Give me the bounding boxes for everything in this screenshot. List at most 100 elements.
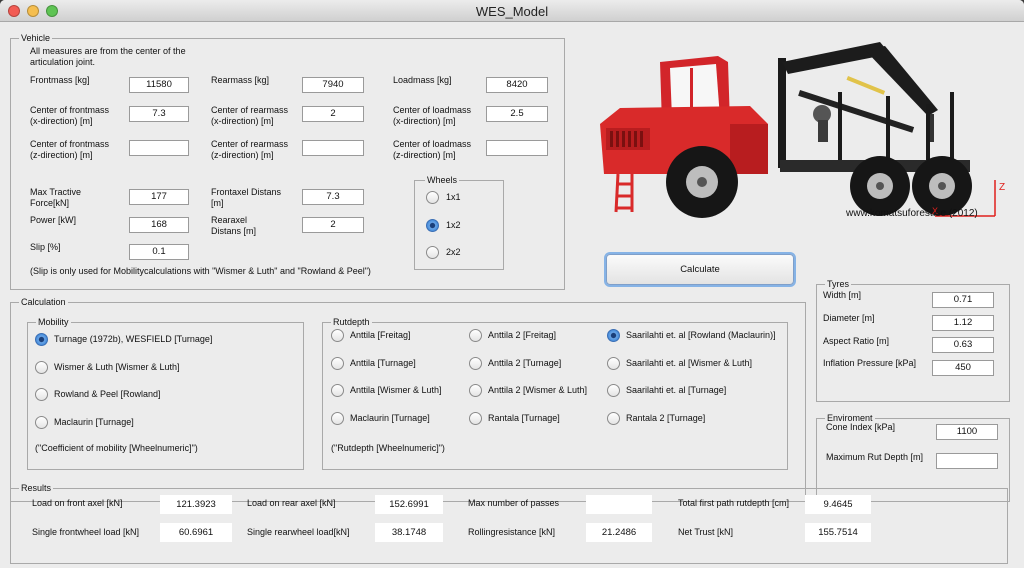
single-frontwheel-value: 60.6961	[160, 523, 232, 542]
load-front-axel-label: Load on front axel [kN]	[32, 498, 123, 508]
center-loadmass-z-label: Center of loadmass (z-direction) [m]	[393, 139, 472, 160]
rut-rantala2-turnage-radio[interactable]	[607, 412, 620, 425]
tyres-panel-title: Tyres	[825, 279, 852, 289]
vehicle-note: All measures are from the center of the …	[30, 46, 186, 67]
max-tractive-input[interactable]: 177	[129, 189, 189, 205]
wheels-2x2-radio[interactable]	[426, 246, 439, 259]
slip-label: Slip [%]	[30, 242, 61, 252]
center-frontmass-z-input[interactable]	[129, 140, 189, 156]
load-rear-axel-label: Load on rear axel [kN]	[247, 498, 336, 508]
net-trust-label: Net Trust [kN]	[678, 527, 734, 537]
net-trust-value: 155.7514	[805, 523, 871, 542]
rut-anttila2-freitag-radio[interactable]	[469, 329, 482, 342]
diameter-input[interactable]: 1.12	[932, 315, 994, 331]
inflation-pressure-label: Inflation Pressure [kPa]	[823, 358, 917, 368]
rearmass-input[interactable]: 7940	[302, 77, 364, 93]
main-content: Vehicle All measures are from the center…	[0, 22, 1024, 568]
center-frontmass-x-input[interactable]: 7.3	[129, 106, 189, 122]
mobility-maclaurin-label: Maclaurin [Turnage]	[54, 417, 134, 427]
frontaxel-label: Frontaxel Distans [m]	[211, 187, 282, 208]
wheels-panel-title: Wheels	[425, 175, 460, 185]
rut-rantala-turnage-radio[interactable]	[469, 412, 482, 425]
z-axis-label: Z	[999, 182, 1005, 193]
slip-input[interactable]: 0.1	[129, 244, 189, 260]
single-rearwheel-value: 38.1748	[375, 523, 443, 542]
rut-maclaurin-turnage-label: Maclaurin [Turnage]	[350, 413, 430, 423]
loadmass-input[interactable]: 8420	[486, 77, 548, 93]
center-rearmass-z-label: Center of rearmass (z-direction) [m]	[211, 139, 289, 160]
rut-anttila-freitag-radio[interactable]	[331, 329, 344, 342]
title-bar: WES_Model	[0, 0, 1024, 22]
rut-anttila-wismer-radio[interactable]	[331, 384, 344, 397]
rut-saarilahti-turnage-label: Saarilahti et. al [Turnage]	[626, 385, 727, 395]
single-rearwheel-label: Single rearwheel load[kN]	[247, 527, 350, 537]
rut-anttila-turnage-radio[interactable]	[331, 357, 344, 370]
width-label: Width [m]	[823, 290, 862, 300]
rut-rantala2-turnage-label: Rantala 2 [Turnage]	[626, 413, 706, 423]
rut-anttila2-freitag-label: Anttila 2 [Freitag]	[488, 330, 557, 340]
frontmass-label: Frontmass [kg]	[30, 75, 90, 85]
mobility-wismer-radio[interactable]	[35, 361, 48, 374]
calculate-button[interactable]: Calculate	[606, 254, 794, 285]
vehicle-panel-title: Vehicle	[19, 33, 53, 43]
diameter-label: Diameter [m]	[823, 313, 875, 323]
inflation-pressure-input[interactable]: 450	[932, 360, 994, 376]
load-front-axel-value: 121.3923	[160, 495, 232, 514]
rut-anttila2-wismer-radio[interactable]	[469, 384, 482, 397]
rut-maclaurin-turnage-radio[interactable]	[331, 412, 344, 425]
wheels-1x2-radio[interactable]	[426, 219, 439, 232]
center-loadmass-x-label: Center of loadmass (x-direction) [m]	[393, 105, 472, 126]
mobility-maclaurin-radio[interactable]	[35, 416, 48, 429]
total-rutdepth-value: 9.4645	[805, 495, 871, 514]
rut-saarilahti-wismer-radio[interactable]	[607, 357, 620, 370]
rut-saarilahti-wismer-label: Saarilahti et. al [Wismer & Luth]	[626, 358, 753, 368]
max-rut-depth-label: Maximum Rut Depth [m]	[826, 452, 924, 462]
center-loadmass-z-input[interactable]	[486, 140, 548, 156]
rut-anttila2-turnage-radio[interactable]	[469, 357, 482, 370]
center-rearmass-x-label: Center of rearmass (x-direction) [m]	[211, 105, 289, 126]
wheels-2x2-label: 2x2	[446, 247, 461, 257]
forwarder-illustration: Z X	[600, 42, 1005, 218]
rut-saarilahti-turnage-radio[interactable]	[607, 384, 620, 397]
rollingresistance-label: Rollingresistance [kN]	[468, 527, 556, 537]
aspect-ratio-input[interactable]: 0.63	[932, 337, 994, 353]
aspect-ratio-label: Aspect Ratio [m]	[823, 336, 890, 346]
wheels-1x1-radio[interactable]	[426, 191, 439, 204]
rollingresistance-value: 21.2486	[586, 523, 652, 542]
rut-anttila-freitag-label: Anttila [Freitag]	[350, 330, 411, 340]
window-title: WES_Model	[475, 4, 549, 19]
vehicle-image: Z X	[590, 32, 1010, 227]
center-rearmass-x-input[interactable]: 2	[302, 106, 364, 122]
center-loadmass-x-input[interactable]: 2.5	[486, 106, 548, 122]
mobility-wismer-label: Wismer & Luth [Wismer & Luth]	[54, 362, 180, 372]
mobility-panel-title: Mobility	[36, 317, 71, 327]
rutdepth-note: ("Rutdepth [Wheelnumeric]")	[331, 443, 445, 453]
width-input[interactable]: 0.71	[932, 292, 994, 308]
center-rearmass-z-input[interactable]	[302, 140, 364, 156]
image-credit: www.komatsuforest.se (2012)	[846, 208, 978, 219]
wheels-1x1-label: 1x1	[446, 192, 461, 202]
rut-saarilahti-rowland-radio[interactable]	[607, 329, 620, 342]
power-input[interactable]: 168	[129, 217, 189, 233]
max-passes-label: Max number of passes	[468, 498, 560, 508]
app-window: WES_Model Vehicle All measures are from …	[0, 0, 1024, 568]
cone-index-input[interactable]: 1100	[936, 424, 998, 440]
mobility-note: ("Coefficient of mobility [Wheelnumeric]…	[35, 443, 198, 453]
rut-rantala-turnage-label: Rantala [Turnage]	[488, 413, 560, 423]
rearaxel-label: Rearaxel Distans [m]	[211, 215, 257, 236]
cone-index-label: Cone Index [kPa]	[826, 422, 896, 432]
max-rut-depth-input[interactable]	[936, 453, 998, 469]
rut-anttila2-wismer-label: Anttila 2 [Wismer & Luth]	[488, 385, 588, 395]
frontmass-input[interactable]: 11580	[129, 77, 189, 93]
rut-anttila2-turnage-label: Anttila 2 [Turnage]	[488, 358, 562, 368]
frontaxel-input[interactable]: 7.3	[302, 189, 364, 205]
rearaxel-input[interactable]: 2	[302, 217, 364, 233]
front-wheel	[666, 146, 738, 218]
total-rutdepth-label: Total first path rutdepth [cm]	[678, 498, 790, 508]
rut-saarilahti-rowland-label: Saarilahti et. al [Rowland (Maclaurin)]	[626, 330, 776, 340]
single-frontwheel-label: Single frontwheel load [kN]	[32, 527, 140, 537]
mobility-rowland-radio[interactable]	[35, 388, 48, 401]
load-rear-axel-value: 152.6991	[375, 495, 443, 514]
wheels-1x2-label: 1x2	[446, 220, 461, 230]
mobility-turnage-radio[interactable]	[35, 333, 48, 346]
